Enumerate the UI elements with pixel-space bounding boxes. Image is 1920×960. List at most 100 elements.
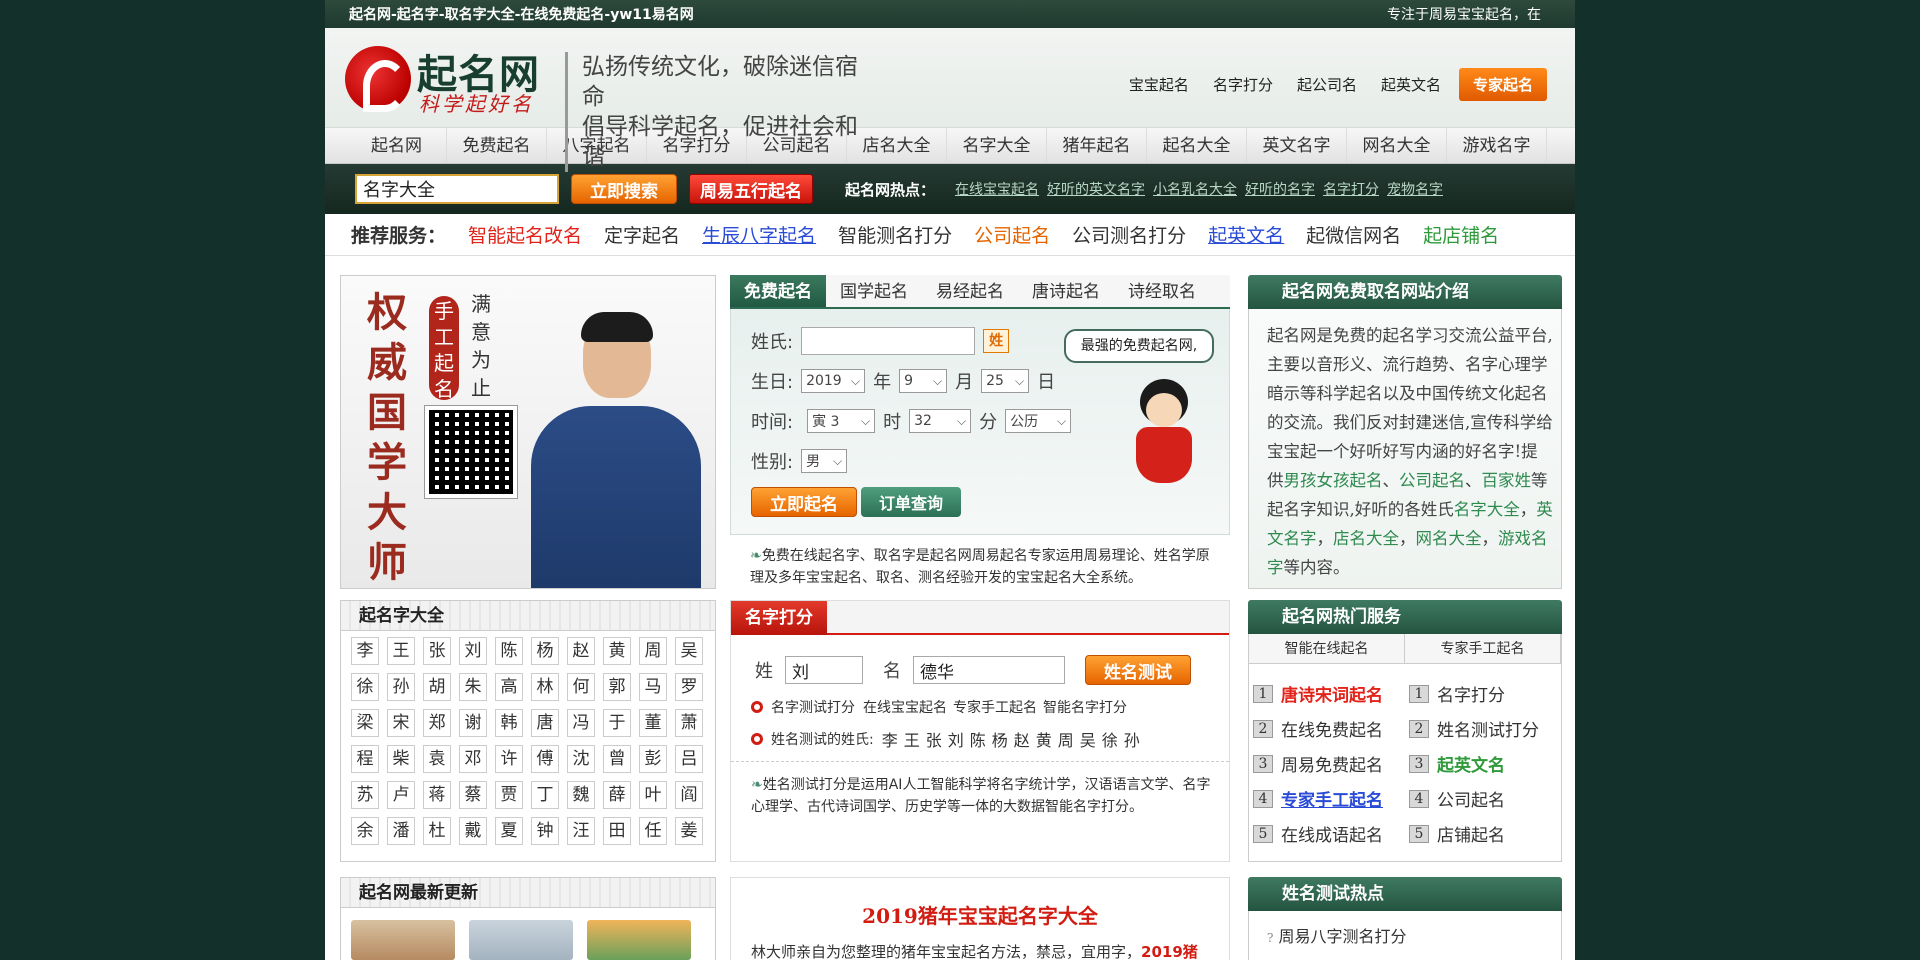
naming-tab[interactable]: 免费起名 [730, 275, 826, 307]
topnav-company-name[interactable]: 起公司名 [1291, 74, 1363, 95]
surname-field[interactable] [801, 327, 976, 355]
thumbnail-image[interactable] [587, 920, 691, 960]
surname-cell[interactable]: 吕 [675, 745, 703, 773]
master-promo-banner[interactable]: 权威国学大师 手工起名 满意为止 [340, 275, 716, 589]
surname-cell[interactable]: 赵 [567, 637, 595, 665]
hot-link[interactable]: 好听的名字 [1245, 182, 1315, 198]
surname-cell[interactable]: 杜 [423, 817, 451, 845]
rec-service-link[interactable]: 公司测名打分 [1072, 221, 1186, 248]
surname-cell[interactable]: 董 [639, 709, 667, 737]
search-input[interactable] [355, 174, 559, 204]
mainnav-item[interactable]: 名字大全 [947, 128, 1047, 163]
surname-cell[interactable]: 刘 [459, 637, 487, 665]
topnav-name-score[interactable]: 名字打分 [1207, 74, 1279, 95]
topnav-baby-name[interactable]: 宝宝起名 [1123, 74, 1195, 95]
hot-link[interactable]: 好听的英文名字 [1047, 182, 1145, 198]
calendar-select[interactable]: 公历 [1005, 409, 1072, 433]
hour-select[interactable]: 寅 3 [807, 409, 876, 433]
surname-cell[interactable]: 黄 [603, 637, 631, 665]
hot-service-item[interactable]: 2 在线免费起名 [1253, 711, 1405, 746]
hot-col2-head[interactable]: 专家手工起名 [1405, 634, 1561, 663]
surname-cell[interactable]: 王 [387, 637, 415, 665]
surname-cell[interactable]: 蔡 [459, 781, 487, 809]
surname-cell[interactable]: 韩 [495, 709, 523, 737]
mainnav-item[interactable]: 英文名字 [1247, 128, 1347, 163]
mainnav-item[interactable]: 网名大全 [1347, 128, 1447, 163]
surname-cell[interactable]: 钟 [531, 817, 559, 845]
mainnav-item[interactable]: 起名大全 [1147, 128, 1247, 163]
mainnav-item[interactable]: 起名网 [347, 128, 447, 163]
hot-link[interactable]: 宠物名字 [1387, 182, 1443, 198]
surname-cell[interactable]: 沈 [567, 745, 595, 773]
surname-cell[interactable]: 田 [603, 817, 631, 845]
surname-cell[interactable]: 苏 [351, 781, 379, 809]
surname-cell[interactable]: 傅 [531, 745, 559, 773]
rec-service-link[interactable]: 起英文名 [1208, 221, 1284, 248]
surname-cell[interactable]: 许 [495, 745, 523, 773]
naming-tab[interactable]: 易经起名 [922, 275, 1018, 307]
surname-cell[interactable]: 罗 [675, 673, 703, 701]
hot-service-item[interactable]: 5 在线成语起名 [1253, 816, 1405, 851]
start-naming-button[interactable]: 立即起名 [751, 487, 857, 517]
thumbnail-image[interactable] [469, 920, 573, 960]
intro-link[interactable]: 百家姓 [1482, 471, 1532, 490]
day-select[interactable]: 25 [981, 369, 1030, 393]
mainnav-item[interactable]: 猪年起名 [1047, 128, 1147, 163]
naming-tab[interactable]: 诗经取名 [1114, 275, 1210, 307]
expert-naming-button[interactable]: 专家起名 [1458, 68, 1547, 101]
intro-link[interactable]: 名字大全 [1454, 500, 1520, 519]
score-link[interactable]: 专家手工起名 [953, 700, 1037, 716]
surname-cell[interactable]: 高 [495, 673, 523, 701]
intro-link[interactable]: 网名大全 [1416, 529, 1482, 548]
score-surname-input[interactable] [785, 656, 863, 684]
surname-cell[interactable]: 阎 [675, 781, 703, 809]
naming-tab[interactable]: 唐诗起名 [1018, 275, 1114, 307]
surname-cell[interactable]: 蒋 [423, 781, 451, 809]
minute-select[interactable]: 32 [909, 409, 972, 433]
surname-cell[interactable]: 彭 [639, 745, 667, 773]
hot-service-item[interactable]: 4 专家手工起名 [1253, 781, 1405, 816]
surname-cell[interactable]: 于 [603, 709, 631, 737]
surname-cell[interactable]: 夏 [495, 817, 523, 845]
surname-cell[interactable]: 任 [639, 817, 667, 845]
intro-link[interactable]: 公司起名 [1399, 471, 1465, 490]
rec-service-link[interactable]: 起店铺名 [1423, 221, 1499, 248]
surname-cell[interactable]: 马 [639, 673, 667, 701]
surname-links[interactable]: 李王张刘陈杨赵黄周吴徐孙 [882, 727, 1146, 751]
thumbnail-image[interactable] [351, 920, 455, 960]
wuxing-naming-button[interactable]: 周易五行起名 [689, 174, 813, 204]
search-button[interactable]: 立即搜索 [571, 174, 677, 204]
surname-cell[interactable]: 冯 [567, 709, 595, 737]
site-logo[interactable]: 起名网 科学起好名 [345, 42, 545, 116]
hot-service-item[interactable]: 1 名字打分 [1409, 676, 1561, 711]
hot-link[interactable]: 小名乳名大全 [1153, 182, 1237, 198]
surname-cell[interactable]: 梁 [351, 709, 379, 737]
surname-icon[interactable]: 姓 [983, 329, 1010, 353]
rec-service-link[interactable]: 智能测名打分 [838, 221, 952, 248]
surname-cell[interactable]: 丁 [531, 781, 559, 809]
surname-cell[interactable]: 李 [351, 637, 379, 665]
surname-cell[interactable]: 邓 [459, 745, 487, 773]
surname-cell[interactable]: 杨 [531, 637, 559, 665]
hot-service-item[interactable]: 3 周易免费起名 [1253, 746, 1405, 781]
surname-cell[interactable]: 薛 [603, 781, 631, 809]
surname-cell[interactable]: 郑 [423, 709, 451, 737]
surname-cell[interactable]: 徐 [351, 673, 379, 701]
score-link[interactable]: 在线宝宝起名 [863, 700, 947, 716]
surname-cell[interactable]: 谢 [459, 709, 487, 737]
hot-link[interactable]: 在线宝宝起名 [955, 182, 1039, 198]
surname-cell[interactable]: 周 [639, 637, 667, 665]
surname-cell[interactable]: 汪 [567, 817, 595, 845]
hot-col1-head[interactable]: 智能在线起名 [1249, 634, 1405, 663]
name-test-hot-item[interactable]: 周易八字测名打分 [1279, 927, 1407, 946]
score-link[interactable]: 智能名字打分 [1043, 700, 1127, 716]
surname-cell[interactable]: 郭 [603, 673, 631, 701]
surname-cell[interactable]: 戴 [459, 817, 487, 845]
surname-cell[interactable]: 曾 [603, 745, 631, 773]
surname-cell[interactable]: 陈 [495, 637, 523, 665]
intro-link[interactable]: 男孩女孩起名 [1284, 471, 1383, 490]
hot-link[interactable]: 名字打分 [1323, 182, 1379, 198]
surname-cell[interactable]: 卢 [387, 781, 415, 809]
surname-cell[interactable]: 张 [423, 637, 451, 665]
surname-cell[interactable]: 余 [351, 817, 379, 845]
